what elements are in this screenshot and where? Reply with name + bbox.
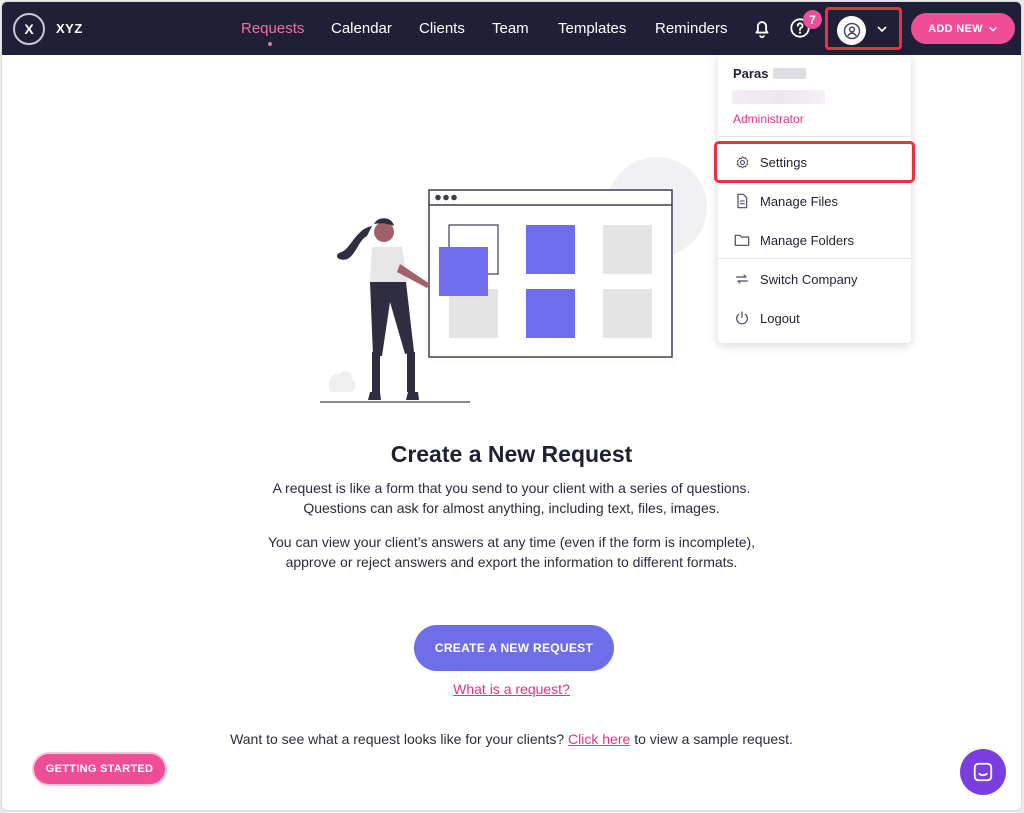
top-navigation-bar: X XYZ Requests Calendar Clients Team Tem… [2, 2, 1021, 55]
user-icon [843, 22, 860, 39]
avatar [837, 16, 866, 45]
menu-item-label: Manage Files [760, 193, 839, 209]
menu-divider [718, 136, 911, 137]
menu-item-manage-folders[interactable]: Manage Folders [718, 222, 911, 258]
company-name: XYZ [56, 21, 83, 36]
menu-item-label: Logout [760, 310, 800, 326]
add-new-label: ADD NEW [928, 22, 983, 35]
folder-icon [734, 232, 750, 248]
user-dropdown-menu: Paras Administrator Settings Manage File… [718, 55, 911, 343]
settings-highlight [714, 141, 915, 183]
menu-item-logout[interactable]: Logout [718, 300, 911, 336]
nav-item-team[interactable]: Team [492, 20, 529, 37]
chat-launcher-button[interactable] [960, 749, 1006, 795]
redacted-surname [773, 68, 806, 79]
what-is-request-link-text[interactable]: What is a request? [453, 681, 570, 697]
logo-letter: X [24, 21, 34, 37]
menu-divider [718, 258, 911, 259]
menu-item-switch-company[interactable]: Switch Company [718, 261, 911, 297]
active-indicator [268, 42, 272, 46]
user-menu-toggle[interactable] [825, 7, 902, 50]
nav-item-requests[interactable]: Requests [241, 20, 305, 46]
bell-icon[interactable] [751, 17, 773, 39]
description-line: approve or reject answers and export the… [285, 554, 738, 570]
sample-request-line: Want to see what a request looks like fo… [2, 731, 1021, 747]
user-role: Administrator [733, 112, 804, 126]
click-here-link[interactable]: Click here [568, 731, 630, 747]
chevron-down-icon [877, 26, 887, 33]
nav-item-label: Requests [241, 20, 305, 37]
empty-state-illustration [320, 157, 707, 403]
chevron-down-icon [989, 26, 997, 32]
sample-prefix-text: Want to see what a request looks like fo… [230, 731, 565, 747]
power-icon [734, 310, 750, 326]
file-icon [734, 193, 750, 209]
app-window: X XYZ Requests Calendar Clients Team Tem… [1, 1, 1022, 811]
nav-item-templates[interactable]: Templates [558, 20, 626, 37]
page-title: Create a New Request [390, 441, 633, 467]
sample-suffix-text: to view a sample request. [634, 731, 793, 747]
what-is-request-link: What is a request? [2, 681, 1021, 697]
user-name: Paras [733, 66, 769, 81]
switch-icon [734, 271, 750, 287]
nav-item-clients[interactable]: Clients [419, 20, 465, 37]
description-line: A request is like a form that you send t… [272, 480, 751, 496]
logo-icon[interactable]: X [13, 13, 45, 45]
add-new-button[interactable]: ADD NEW [911, 13, 1015, 44]
menu-item-label: Manage Folders [760, 232, 854, 248]
chat-icon [973, 762, 993, 782]
menu-item-label: Switch Company [760, 271, 858, 287]
create-request-button[interactable]: CREATE A NEW REQUEST [414, 625, 614, 671]
getting-started-button[interactable]: GETTING STARTED [32, 752, 167, 786]
description-line: Questions can ask for almost anything, i… [303, 500, 720, 516]
redacted-email [732, 90, 825, 104]
description-line: You can view your client’s answers at an… [267, 534, 756, 550]
notification-badge: 7 [803, 10, 822, 29]
nav-item-reminders[interactable]: Reminders [655, 20, 728, 37]
menu-item-manage-files[interactable]: Manage Files [718, 183, 911, 219]
nav-item-calendar[interactable]: Calendar [331, 20, 392, 37]
